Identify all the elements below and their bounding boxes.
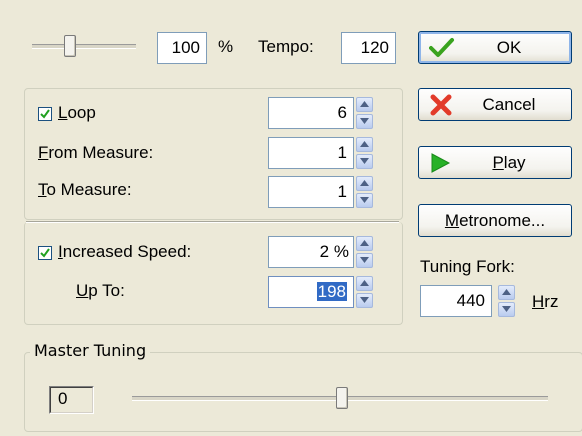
from-measure-field[interactable]: 1	[268, 137, 354, 169]
master-tuning-slider-thumb[interactable]	[336, 387, 348, 409]
play-label: Play	[492, 152, 526, 172]
tuning-fork-label: Tuning Fork:	[420, 257, 515, 276]
up-to-value: 198	[316, 282, 347, 301]
tuning-fork-spinner[interactable]	[498, 285, 515, 317]
play-button[interactable]: Play	[418, 146, 572, 179]
master-tuning-slider[interactable]	[130, 384, 550, 414]
master-tuning-value: 0	[49, 386, 94, 414]
loop-label[interactable]: Loop	[58, 103, 96, 123]
tempo-label: Tempo:	[258, 37, 314, 56]
up-to-spinner[interactable]	[356, 276, 373, 308]
speed-percent-field[interactable]: 100	[157, 32, 207, 64]
speed-percent-unit: %	[218, 37, 234, 56]
increased-speed-checkbox[interactable]	[38, 246, 52, 260]
spin-down-button[interactable]	[356, 253, 373, 268]
increased-speed-spinner[interactable]	[356, 236, 373, 268]
tempo-slider[interactable]	[30, 34, 140, 58]
loop-count-spinner[interactable]	[356, 97, 373, 129]
spin-down-button[interactable]	[356, 154, 373, 169]
loop-checkbox[interactable]	[38, 107, 52, 121]
metronome-button[interactable]: Metronome...	[418, 204, 572, 237]
up-to-field[interactable]: 198	[268, 276, 354, 308]
from-measure-spinner[interactable]	[356, 137, 373, 169]
check-icon	[429, 37, 455, 64]
increased-speed-field[interactable]: 2 %	[268, 236, 354, 268]
spin-down-button[interactable]	[356, 114, 373, 129]
spin-up-button[interactable]	[356, 137, 373, 152]
spin-down-button[interactable]	[498, 302, 515, 317]
increased-speed-label[interactable]: Increased Speed:	[58, 242, 191, 262]
to-measure-label: To Measure:	[38, 180, 132, 199]
tuning-fork-field[interactable]: 440	[420, 285, 492, 317]
spin-up-button[interactable]	[356, 176, 373, 191]
spin-down-button[interactable]	[356, 293, 373, 308]
play-icon	[429, 152, 451, 179]
ok-label: OK	[496, 37, 522, 57]
ok-button[interactable]: OK	[418, 31, 572, 64]
master-tuning-label: Master Tuning	[30, 341, 151, 360]
tuning-fork-unit: Hrz	[532, 292, 559, 311]
x-icon	[429, 94, 453, 121]
cancel-button[interactable]: Cancel	[418, 88, 572, 121]
cancel-label: Cancel	[482, 94, 536, 114]
tempo-slider-track	[32, 44, 136, 49]
increased-speed-value: 2	[319, 242, 330, 261]
tempo-slider-thumb[interactable]	[64, 35, 76, 57]
loop-count-field[interactable]: 6	[268, 97, 354, 129]
increased-speed-unit: %	[333, 242, 349, 261]
spin-up-button[interactable]	[498, 285, 515, 300]
spin-up-button[interactable]	[356, 97, 373, 112]
loop-separator	[26, 221, 399, 223]
loop-label-text: oop	[67, 103, 96, 122]
spin-up-button[interactable]	[356, 236, 373, 251]
tempo-field[interactable]: 120	[341, 32, 396, 64]
spin-up-button[interactable]	[356, 276, 373, 291]
from-measure-label: From Measure:	[38, 143, 154, 162]
to-measure-spinner[interactable]	[356, 176, 373, 208]
metronome-label: Metronome...	[444, 210, 546, 230]
up-to-label: Up To:	[76, 281, 125, 300]
to-measure-field[interactable]: 1	[268, 176, 354, 208]
spin-down-button[interactable]	[356, 193, 373, 208]
